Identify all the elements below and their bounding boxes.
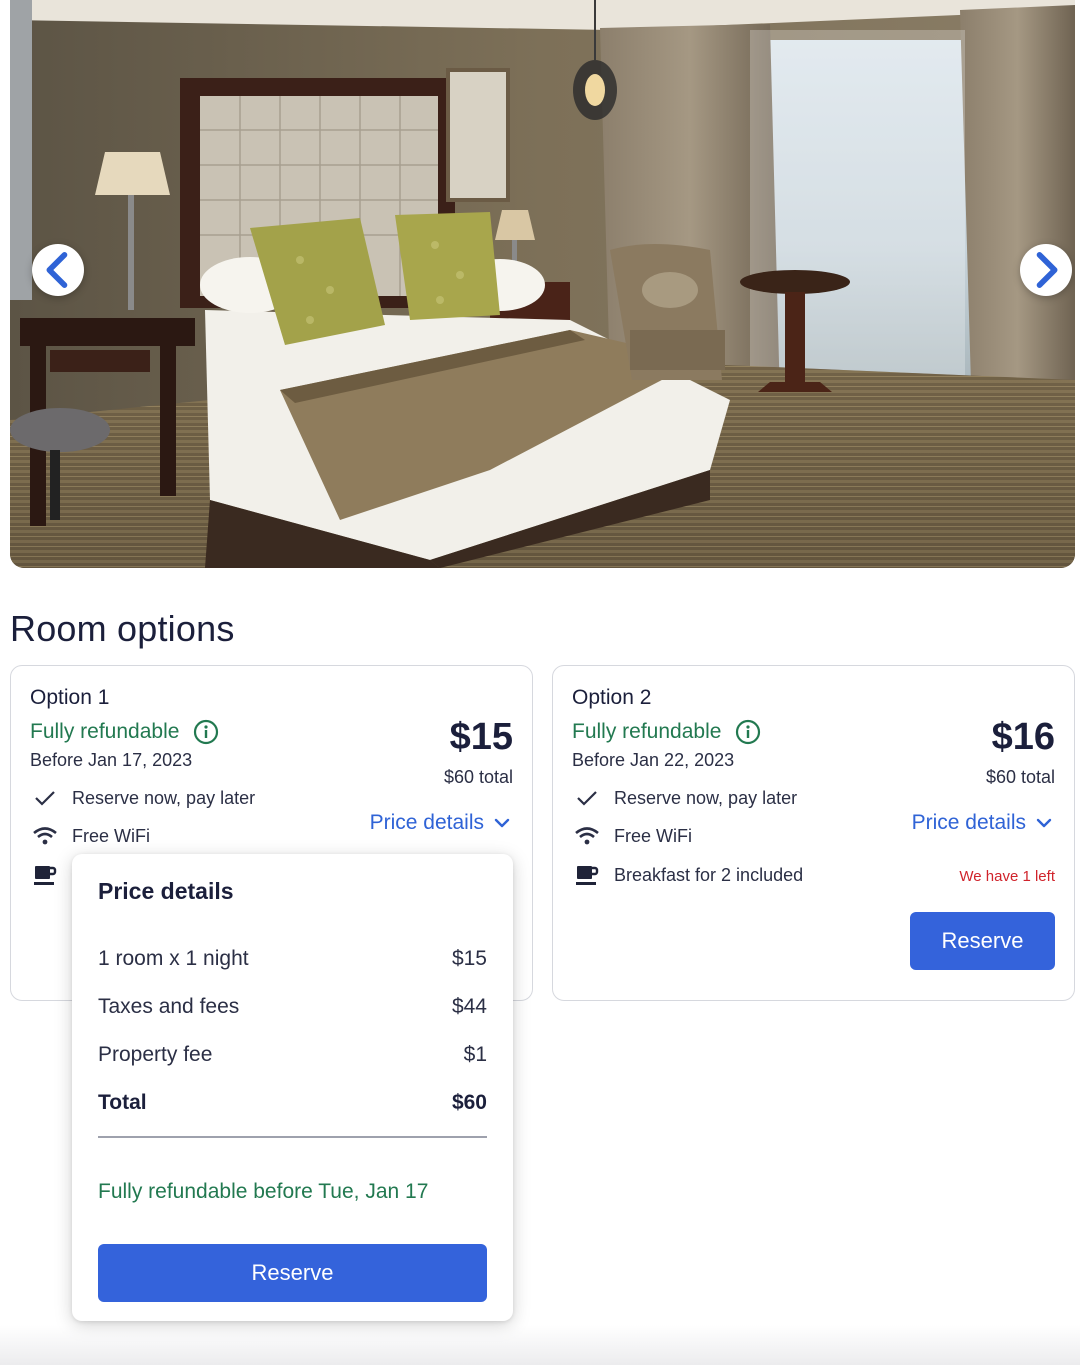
popover-title: Price details — [98, 878, 234, 904]
feature-label: Reserve now, pay later — [614, 787, 798, 808]
feature-label: Reserve now, pay later — [72, 787, 256, 808]
refund-deadline: Before Jan 22, 2023 — [572, 750, 735, 770]
room-photo — [10, 0, 1075, 568]
wifi-icon — [572, 824, 602, 848]
carousel-prev-button[interactable] — [32, 244, 84, 296]
room-option-card-2: Option 2 Fully refundable Before Jan 22,… — [552, 665, 1075, 1001]
price-row-label: Property fee — [98, 1043, 213, 1066]
refund-note: Fully refundable before Tue, Jan 17 — [98, 1180, 429, 1203]
price-details-label: Price details — [369, 811, 484, 834]
price-row: Taxes and fees $44 — [98, 995, 487, 1019]
price-row: Property fee $1 — [98, 1043, 487, 1067]
price-row: 1 room x 1 night $15 — [98, 947, 487, 971]
coffee-cup-icon — [30, 863, 60, 887]
chevron-right-icon — [1036, 252, 1058, 288]
availability-alert: We have 1 left — [959, 868, 1055, 885]
chevron-down-icon — [1036, 818, 1052, 828]
price-row-value: $1 — [463, 1043, 487, 1066]
divider — [98, 1136, 487, 1138]
option-title: Option 2 — [572, 686, 652, 709]
section-title: Room options — [10, 608, 235, 649]
refund-status: Fully refundable — [572, 719, 761, 745]
carousel-next-button[interactable] — [1020, 244, 1072, 296]
refund-label: Fully refundable — [572, 720, 722, 743]
feature-pay-later: Reserve now, pay later — [572, 786, 797, 810]
popover-reserve-button[interactable]: Reserve — [98, 1244, 487, 1302]
price-row-label: 1 room x 1 night — [98, 947, 249, 970]
price-row-value: $44 — [451, 995, 487, 1018]
price-details-link[interactable]: Price details — [370, 811, 510, 835]
feature-label: Free WiFi — [72, 825, 150, 846]
price-row-value: $15 — [451, 947, 487, 970]
refund-deadline: Before Jan 17, 2023 — [30, 750, 193, 770]
price-row-label: Total — [98, 1091, 147, 1114]
room-photo-illustration — [10, 0, 1075, 568]
chevron-left-icon — [46, 252, 68, 288]
info-icon[interactable] — [735, 719, 761, 745]
price-details-popover: Price details 1 room x 1 night $15 Taxes… — [72, 854, 513, 1321]
chevron-down-icon — [494, 818, 510, 828]
price-total-row: Total $60 — [98, 1091, 487, 1115]
feature-pay-later: Reserve now, pay later — [30, 786, 255, 810]
refund-label: Fully refundable — [30, 720, 180, 743]
feature-breakfast — [30, 863, 72, 887]
bottom-fade — [0, 1325, 1080, 1365]
checkmark-icon — [30, 786, 60, 810]
price-details-link[interactable]: Price details — [912, 811, 1052, 835]
feature-wifi: Free WiFi — [30, 824, 150, 848]
coffee-cup-icon — [572, 863, 602, 887]
option-title: Option 1 — [30, 686, 110, 709]
reserve-button[interactable]: Reserve — [910, 912, 1055, 970]
checkmark-icon — [572, 786, 602, 810]
total-price: $60 total — [443, 767, 513, 787]
price-row-value: $60 — [451, 1091, 487, 1114]
info-icon[interactable] — [193, 719, 219, 745]
feature-wifi: Free WiFi — [572, 824, 692, 848]
price-row-label: Taxes and fees — [98, 995, 240, 1018]
total-price: $60 total — [985, 767, 1055, 787]
feature-label: Breakfast for 2 included — [614, 864, 804, 885]
price-details-label: Price details — [911, 811, 1026, 834]
feature-label: Free WiFi — [614, 825, 692, 846]
nightly-price: $16 — [991, 716, 1055, 758]
feature-breakfast: Breakfast for 2 included — [572, 863, 803, 887]
wifi-icon — [30, 824, 60, 848]
refund-status: Fully refundable — [30, 719, 219, 745]
nightly-price: $15 — [449, 716, 513, 758]
